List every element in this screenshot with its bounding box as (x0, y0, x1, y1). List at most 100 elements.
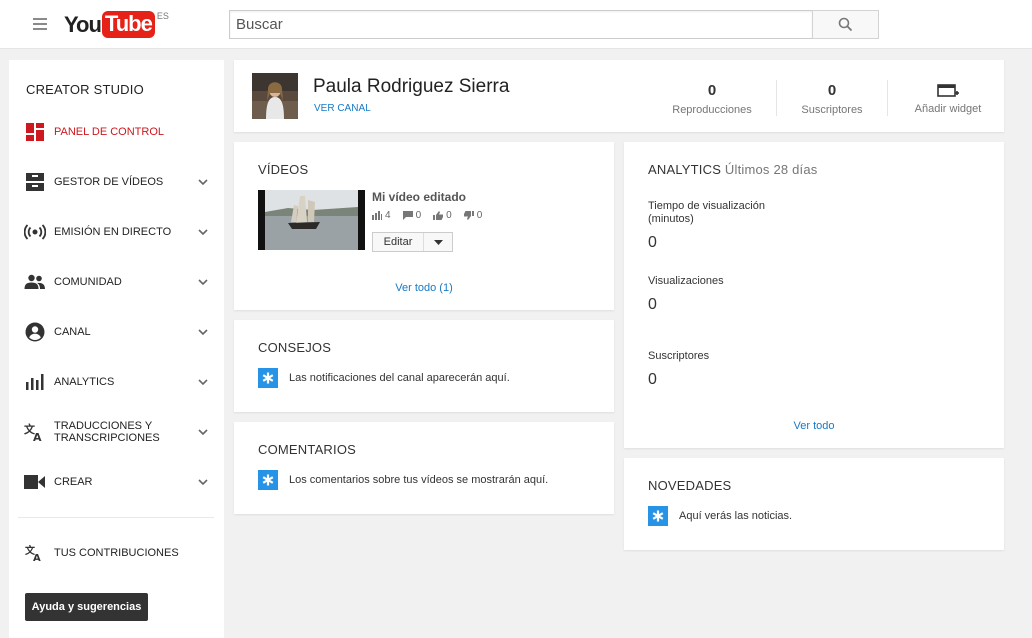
news-card: NOVEDADES Aquí verás las noticias. (624, 458, 1004, 550)
sidebar-item-label: COMUNIDAD (54, 276, 122, 288)
subscribers-value: 0 (648, 371, 657, 388)
sidebar-item-label: CANAL (54, 326, 91, 338)
sidebar-item-create[interactable]: CREAR (9, 462, 224, 502)
community-icon (24, 271, 46, 293)
chevron-down-icon[interactable] (198, 327, 208, 337)
chevron-down-icon[interactable] (198, 427, 208, 437)
sidebar-item-label: CREAR (54, 476, 93, 488)
sidebar-item-label: EMISIÓN EN DIRECTO (54, 226, 172, 238)
masthead: You Tube ES (0, 0, 1032, 49)
add-widget-button[interactable]: Añadir widget (893, 82, 1003, 115)
watch-time-value: 0 (648, 234, 657, 251)
sidebar-item-label-line2: TRANSCRIPCIONES (54, 432, 160, 444)
video-likes: 0 (446, 210, 452, 221)
logo-tube-text: Tube (101, 11, 155, 38)
video-manager-icon (24, 171, 46, 193)
videos-title: VÍDEOS (258, 162, 309, 177)
chevron-down-icon[interactable] (198, 477, 208, 487)
comment-icon (402, 211, 413, 220)
news-title: NOVEDADES (648, 478, 732, 493)
dashboard-icon (24, 121, 46, 143)
search-icon (838, 17, 853, 32)
translate-icon: 文A (24, 421, 46, 443)
likes-stat: 0 (433, 210, 452, 221)
sidebar-divider (18, 517, 214, 518)
analytics-icon (24, 371, 46, 393)
tips-title: CONSEJOS (258, 340, 332, 355)
asterisk-icon (258, 368, 278, 388)
dislikes-stat: 0 (463, 210, 483, 221)
video-stats: 4 0 0 0 (372, 210, 494, 221)
chevron-down-icon[interactable] (198, 227, 208, 237)
chevron-down-icon[interactable] (198, 177, 208, 187)
tips-message: Las notificaciones del canal aparecerán … (258, 368, 510, 388)
views-stat[interactable]: 0 Reproducciones (657, 82, 767, 116)
sidebar-item-label-line1: TRADUCCIONES Y (54, 420, 153, 432)
chevron-down-icon[interactable] (198, 277, 208, 287)
subscribers-label: Suscriptores (801, 104, 863, 116)
caret-down-icon (433, 239, 443, 245)
search-input[interactable] (230, 11, 812, 38)
views-label: Visualizaciones (648, 275, 724, 287)
sidebar-item-label: TRADUCCIONES Y TRANSCRIPCIONES (54, 420, 160, 444)
edit-button[interactable]: Editar (373, 233, 424, 251)
subscribers-count: 0 (827, 82, 837, 99)
sidebar-item-live[interactable]: EMISIÓN EN DIRECTO (9, 212, 224, 252)
sidebar-item-label: TUS CONTRIBUCIONES (54, 547, 179, 559)
views-count: 0 (707, 82, 717, 99)
avatar[interactable] (252, 73, 298, 119)
comments-message: Los comentarios sobre tus vídeos se most… (258, 470, 548, 490)
chevron-down-icon[interactable] (198, 377, 208, 387)
sidebar-item-channel[interactable]: CANAL (9, 312, 224, 352)
views-value: 0 (648, 296, 657, 313)
guide-menu-icon[interactable] (33, 18, 47, 30)
add-widget-icon-wrap (893, 82, 1003, 100)
video-title[interactable]: Mi vídeo editado (372, 190, 466, 204)
asterisk-icon (258, 470, 278, 490)
translate-icon: 文A (24, 542, 46, 564)
sidebar-item-dashboard[interactable]: PANEL DE CONTROL (9, 112, 224, 152)
sidebar-item-label: GESTOR DE VÍDEOS (54, 176, 164, 188)
video-thumbnail[interactable] (258, 190, 365, 250)
channel-header-card: Paula Rodriguez Sierra VER CANAL 0 Repro… (234, 60, 1004, 132)
stat-divider (887, 80, 888, 116)
sidebar-item-label: ANALYTICS (54, 376, 115, 388)
thumbs-up-icon (433, 211, 444, 220)
comments-text: Los comentarios sobre tus vídeos se most… (289, 474, 549, 486)
channel-name: Paula Rodriguez Sierra (313, 76, 510, 97)
videos-card: VÍDEOS Mi vídeo editado 4 0 0 0 Editar V… (234, 142, 614, 310)
sidebar-item-analytics[interactable]: ANALYTICS (9, 362, 224, 402)
add-widget-label: Añadir widget (914, 103, 982, 115)
sidebar-item-community[interactable]: COMUNIDAD (9, 262, 224, 302)
sidebar-item-video-manager[interactable]: GESTOR DE VÍDEOS (9, 162, 224, 202)
watch-time-label-line1: Tiempo de visualización (648, 200, 765, 212)
sidebar-item-label: PANEL DE CONTROL (54, 126, 165, 138)
view-channel-link[interactable]: VER CANAL (314, 103, 371, 114)
subscribers-stat[interactable]: 0 Suscriptores (777, 82, 887, 116)
help-feedback-button[interactable]: Ayuda y sugerencias (25, 593, 148, 621)
sidebar-item-translations[interactable]: 文A TRADUCCIONES Y TRANSCRIPCIONES (9, 412, 224, 452)
sidebar-item-contributions[interactable]: 文A TUS CONTRIBUCIONES (9, 533, 224, 573)
comments-title: COMENTARIOS (258, 442, 357, 457)
see-all-analytics-link[interactable]: Ver todo (624, 420, 1004, 432)
watch-time-label-line2: (minutos) (648, 213, 694, 225)
news-text: Aquí verás las noticias. (679, 510, 793, 522)
tips-card: CONSEJOS Las notificaciones del canal ap… (234, 320, 614, 412)
bar-chart-icon (372, 211, 382, 220)
views-label: Reproducciones (672, 104, 752, 116)
search-button[interactable] (812, 10, 879, 39)
analytics-card: ANALYTICS Últimos 28 días Tiempo de visu… (624, 142, 1004, 448)
video-dislikes: 0 (476, 210, 483, 221)
analytics-title: ANALYTICS (648, 162, 722, 177)
channel-icon (24, 321, 46, 343)
comments-stat: 0 (402, 210, 422, 221)
video-views: 4 (385, 210, 391, 221)
see-all-videos-link[interactable]: Ver todo (1) (234, 282, 614, 294)
news-message: Aquí verás las noticias. (648, 506, 792, 526)
sidebar-title: CREATOR STUDIO (26, 82, 144, 97)
youtube-logo[interactable]: You Tube ES (64, 11, 169, 39)
edit-dropdown-button[interactable] (424, 233, 452, 251)
live-broadcast-icon (24, 221, 46, 243)
video-comments: 0 (415, 210, 422, 221)
search-field[interactable] (229, 10, 813, 39)
